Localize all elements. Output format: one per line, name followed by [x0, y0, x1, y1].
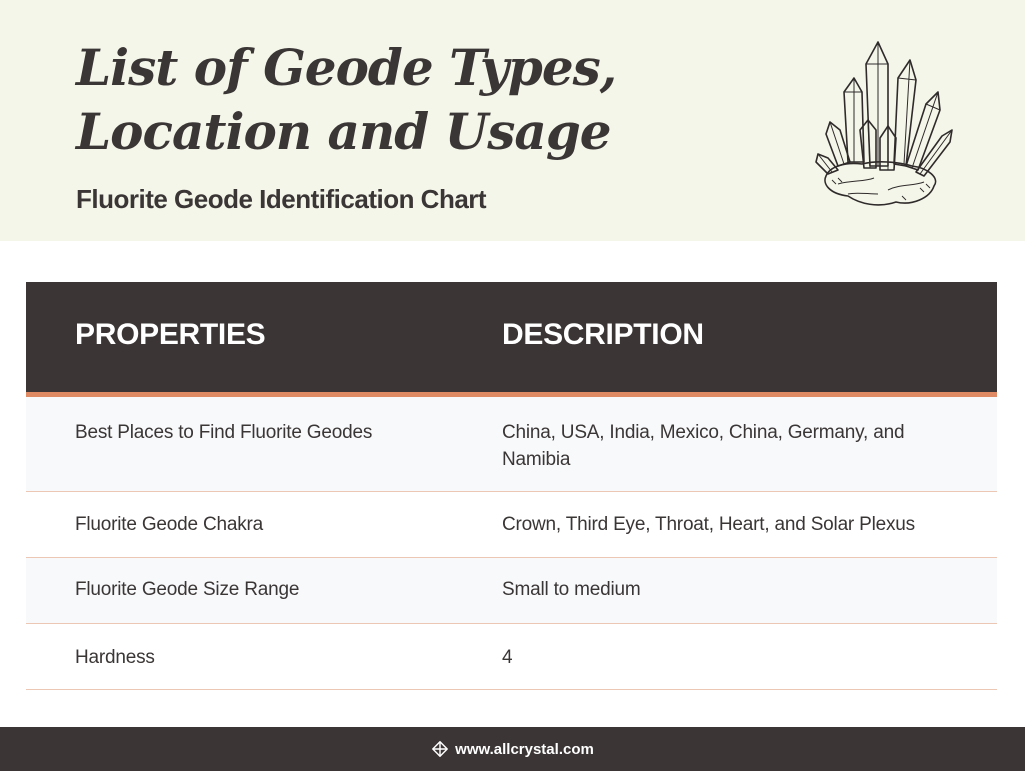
header-section: List of Geode Types, Location and Usage …: [0, 0, 1025, 241]
website-link[interactable]: www.allcrystal.com: [455, 741, 594, 758]
crystal-cluster-illustration: [815, 41, 953, 206]
description-cell: Small to medium: [502, 579, 641, 600]
crystal-logo-icon: [432, 741, 449, 757]
footer-bar: www.allcrystal.com: [0, 727, 1025, 771]
property-cell: Fluorite Geode Size Range: [75, 579, 300, 600]
property-cell: Hardness: [75, 647, 155, 668]
table-row: Hardness 4: [26, 624, 997, 690]
table-row: Fluorite Geode Size Range Small to mediu…: [26, 558, 997, 624]
description-cell: China, USA, India, Mexico, China, German…: [502, 422, 905, 470]
properties-table: PROPERTIES DESCRIPTION Best Places to Fi…: [26, 282, 997, 690]
table-header: PROPERTIES DESCRIPTION: [26, 282, 997, 397]
description-cell: Crown, Third Eye, Throat, Heart, and Sol…: [502, 514, 915, 535]
page-title: List of Geode Types, Location and Usage: [76, 38, 617, 161]
property-cell: Best Places to Find Fluorite Geodes: [75, 422, 373, 443]
description-cell: 4: [502, 647, 513, 668]
property-cell: Fluorite Geode Chakra: [75, 514, 264, 535]
column-header-description: DESCRIPTION: [502, 318, 704, 351]
table-row: Fluorite Geode Chakra Crown, Third Eye, …: [26, 492, 997, 558]
column-header-properties: PROPERTIES: [75, 318, 266, 351]
page-subtitle: Fluorite Geode Identification Chart: [76, 184, 487, 214]
table-row: Best Places to Find Fluorite Geodes Chin…: [26, 397, 997, 492]
